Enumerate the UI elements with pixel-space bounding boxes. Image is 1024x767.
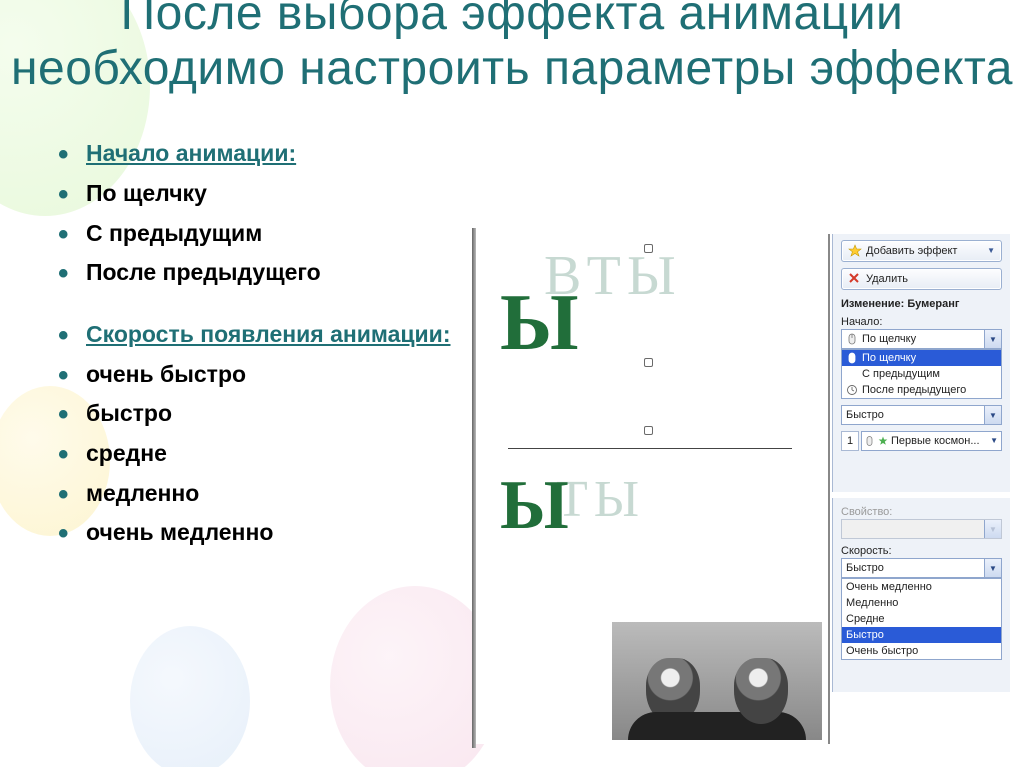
- property-combo: ▼: [841, 519, 1002, 539]
- chevron-down-icon: ▼: [990, 432, 998, 450]
- speed-combo-top[interactable]: Быстро ▼: [841, 405, 1002, 425]
- star-add-icon: [848, 244, 862, 258]
- start-option-label: После предыдущего: [862, 382, 966, 398]
- speed-option-label: Средне: [846, 611, 885, 627]
- bullet-start-option: По щелчку: [82, 176, 492, 212]
- start-option[interactable]: По щелчку: [842, 350, 1001, 366]
- property-label: Свойство:: [841, 506, 1002, 518]
- mouse-icon: [846, 352, 858, 364]
- speed-option-label: Очень медленно: [846, 579, 932, 595]
- screenshot-stage: ВТЫ Ы ТЫ Ы Добавить эффект ▼ Удалить: [472, 234, 1012, 744]
- effect-name: Первые космон...: [891, 432, 980, 450]
- bg-balloon-blue: [130, 626, 250, 767]
- speed-label: Скорость:: [841, 545, 1002, 557]
- add-effect-label: Добавить эффект: [866, 241, 957, 261]
- slide-title: После выбора эффекта анимации необходимо…: [0, 0, 1024, 96]
- selection-handle: [644, 358, 653, 367]
- bullet-speed-option: медленно: [82, 476, 492, 512]
- effect-list-item[interactable]: 1 Первые космон... ▼: [841, 431, 1002, 451]
- selection-handle: [644, 244, 653, 253]
- start-option[interactable]: С предыдущим: [842, 366, 1001, 382]
- start-label: Начало:: [841, 316, 1002, 328]
- bullet-start-option: С предыдущим: [82, 216, 492, 252]
- speed-option[interactable]: Очень быстро: [842, 643, 1001, 659]
- bullet-heading-start: Начало анимации:: [82, 136, 492, 172]
- chevron-down-icon: ▼: [987, 241, 995, 261]
- remove-effect-button[interactable]: Удалить: [841, 268, 1002, 290]
- speed-option-label: Очень быстро: [846, 643, 918, 659]
- slide-bold-letter: Ы: [500, 466, 575, 546]
- green-star-icon: [878, 436, 888, 446]
- slide-bold-letter: Ы: [500, 278, 585, 369]
- bullet-speed-option: очень медленно: [82, 515, 492, 551]
- mouse-icon: [865, 436, 875, 446]
- red-x-icon: [848, 272, 862, 286]
- clock-icon: [846, 384, 858, 396]
- change-effect-label: Изменение: Бумеранг: [841, 298, 1002, 310]
- chevron-down-icon: ▼: [984, 520, 1001, 538]
- speed-option-label: Медленно: [846, 595, 898, 611]
- speed-option[interactable]: Средне: [842, 611, 1001, 627]
- effect-order-number: 1: [841, 431, 859, 451]
- speed-option[interactable]: Быстро: [842, 627, 1001, 643]
- remove-effect-label: Удалить: [866, 269, 908, 289]
- bullet-list: Начало анимации: По щелчку С предыдущим …: [42, 136, 492, 550]
- slide-photo: [612, 622, 822, 740]
- slide-left-edge: [472, 228, 476, 748]
- bullet-heading-speed: Скорость появления анимации:: [82, 317, 492, 353]
- selection-handle: [644, 426, 653, 435]
- speed-option[interactable]: Очень медленно: [842, 579, 1001, 595]
- blank-icon: [846, 368, 858, 380]
- bullet-speed-option: средне: [82, 436, 492, 472]
- speed-option[interactable]: Медленно: [842, 595, 1001, 611]
- start-combo-value: По щелчку: [862, 333, 916, 345]
- speed-combo-value: Быстро: [846, 409, 884, 421]
- selection-underline: [508, 448, 792, 449]
- chevron-down-icon: ▼: [984, 330, 1001, 348]
- speed-combo-value: Быстро: [846, 562, 884, 574]
- start-option-label: По щелчку: [862, 350, 916, 366]
- bullet-start-option: После предыдущего: [82, 255, 492, 291]
- animation-panel-speed: Свойство: ▼ Скорость: Быстро ▼ Очень мед…: [832, 498, 1010, 692]
- add-effect-button[interactable]: Добавить эффект ▼: [841, 240, 1002, 262]
- mouse-icon: [846, 333, 858, 345]
- start-option-label: С предыдущим: [862, 366, 940, 382]
- slide-text-selection: ВТЫ Ы ТЫ Ы: [500, 250, 800, 488]
- animation-panel-start: Добавить эффект ▼ Удалить Изменение: Бум…: [832, 234, 1010, 492]
- bullet-speed-option: очень быстро: [82, 357, 492, 393]
- bullet-speed-option: быстро: [82, 396, 492, 432]
- speed-dropdown-list: Очень медленно Медленно Средне Быстро Оч…: [841, 578, 1002, 660]
- chevron-down-icon: ▼: [984, 406, 1001, 424]
- start-dropdown-list: По щелчку С предыдущим После предыдущего: [841, 349, 1002, 399]
- speed-combo[interactable]: Быстро ▼: [841, 558, 1002, 578]
- slide-preview: ВТЫ Ы ТЫ Ы: [472, 234, 830, 744]
- start-option[interactable]: После предыдущего: [842, 382, 1001, 398]
- speed-option-label: Быстро: [846, 627, 884, 643]
- start-combo[interactable]: По щелчку ▼: [841, 329, 1002, 349]
- chevron-down-icon: ▼: [984, 559, 1001, 577]
